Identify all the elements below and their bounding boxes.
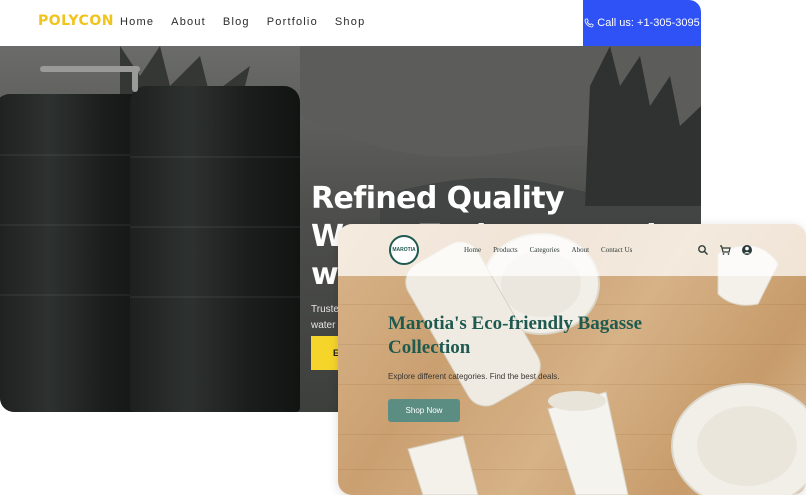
- nav-about[interactable]: About: [572, 246, 590, 254]
- marotia-nav-menu: Home Products Categories About Contact U…: [464, 246, 632, 254]
- water-tank: [130, 86, 300, 412]
- nav-home[interactable]: Home: [464, 246, 481, 254]
- marotia-hero-subtitle: Explore different categories. Find the b…: [388, 372, 560, 381]
- nav-blog[interactable]: Blog: [223, 16, 250, 28]
- marotia-logo-text: MAROTIA: [392, 247, 416, 253]
- shop-now-button[interactable]: Shop Now: [388, 399, 460, 422]
- cart-icon[interactable]: [719, 243, 731, 255]
- marotia-site-preview: MAROTIA Home Products Categories About C…: [338, 224, 806, 495]
- nav-products[interactable]: Products: [493, 246, 518, 254]
- tank-pipe: [132, 66, 138, 92]
- call-us-button[interactable]: Call us: +1-305-3095: [583, 0, 701, 46]
- phone-icon: [584, 18, 594, 28]
- account-icon[interactable]: [741, 243, 753, 255]
- nav-contact-us[interactable]: Contact Us: [601, 246, 632, 254]
- nav-portfolio[interactable]: Portfolio: [267, 16, 318, 28]
- tank-pipe: [40, 66, 140, 72]
- search-icon[interactable]: [697, 243, 709, 255]
- polycon-navbar: POLYCON Home About Blog Portfolio Shop C…: [0, 0, 701, 46]
- marotia-nav-icons: [697, 243, 753, 255]
- call-us-label: Call us: +1-305-3095: [597, 17, 700, 29]
- nav-shop[interactable]: Shop: [335, 16, 366, 28]
- polycon-logo[interactable]: POLYCON: [38, 13, 114, 29]
- marotia-navbar: MAROTIA Home Products Categories About C…: [338, 224, 806, 276]
- nav-categories[interactable]: Categories: [530, 246, 560, 254]
- polycon-nav-menu: Home About Blog Portfolio Shop: [120, 16, 365, 28]
- marotia-logo[interactable]: MAROTIA: [389, 235, 419, 265]
- marotia-hero-title: Marotia's Eco-friendly Bagasse Collectio…: [388, 313, 643, 358]
- nav-about[interactable]: About: [171, 16, 206, 28]
- nav-home[interactable]: Home: [120, 16, 154, 28]
